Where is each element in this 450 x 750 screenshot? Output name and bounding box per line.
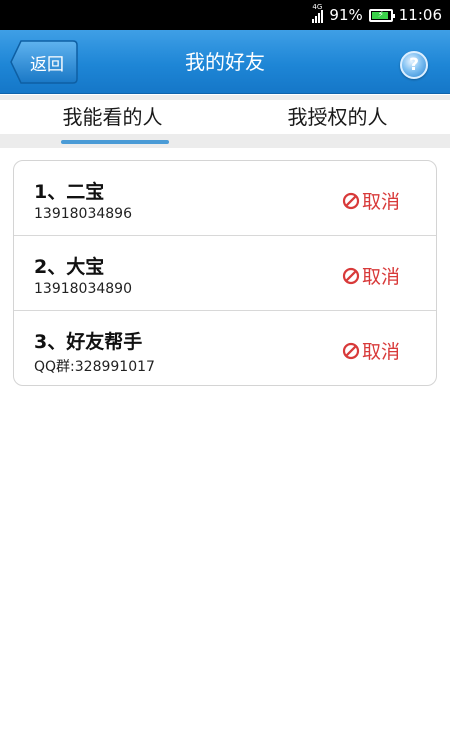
cancel-button[interactable]: 取消 xyxy=(342,262,400,289)
status-bar: 4G 91% ⚡ 11:06 xyxy=(0,0,450,30)
friend-name: 2、大宝 xyxy=(34,256,105,278)
friend-detail: 13918034896 xyxy=(34,206,132,222)
cancel-label: 取消 xyxy=(361,266,400,288)
cancel-label: 取消 xyxy=(361,341,400,363)
prohibited-icon xyxy=(342,192,360,209)
page-title: 我的好友 xyxy=(185,50,265,74)
help-icon[interactable]: ? xyxy=(400,51,428,79)
list-item: 2、大宝 13918034890 取消 xyxy=(14,236,436,311)
friend-name: 1、二宝 xyxy=(34,181,105,203)
list-item: 3、好友帮手 QQ群:328991017 取消 xyxy=(14,311,436,385)
friend-list: 1、二宝 13918034896 取消 2、大宝 13918034890 取消 … xyxy=(13,160,437,386)
list-item: 1、二宝 13918034896 取消 xyxy=(14,161,436,236)
active-tab-indicator xyxy=(61,140,169,144)
friend-name: 3、好友帮手 xyxy=(34,331,143,353)
title-bar: 返回 我的好友 ? xyxy=(0,30,450,94)
prohibited-icon xyxy=(342,342,360,359)
charging-icon: ⚡ xyxy=(377,9,384,20)
cancel-button[interactable]: 取消 xyxy=(342,337,400,364)
friend-detail: 13918034890 xyxy=(34,281,132,297)
battery-percent: 91% xyxy=(329,6,363,24)
friend-detail: QQ群:328991017 xyxy=(34,359,155,375)
status-indicators: 4G 91% ⚡ 11:06 xyxy=(312,0,442,30)
tab-authorized-by-me[interactable]: 我授权的人 xyxy=(225,100,450,134)
cancel-label: 取消 xyxy=(361,191,400,213)
battery-icon: ⚡ xyxy=(368,8,395,22)
signal-icon: 4G xyxy=(312,3,324,23)
cancel-button[interactable]: 取消 xyxy=(342,187,400,214)
network-type: 4G xyxy=(312,3,323,11)
clock: 11:06 xyxy=(398,6,442,24)
tab-visible-to-me[interactable]: 我能看的人 xyxy=(0,100,225,134)
prohibited-icon xyxy=(342,267,360,284)
tab-bar: 我能看的人 我授权的人 xyxy=(0,100,450,134)
